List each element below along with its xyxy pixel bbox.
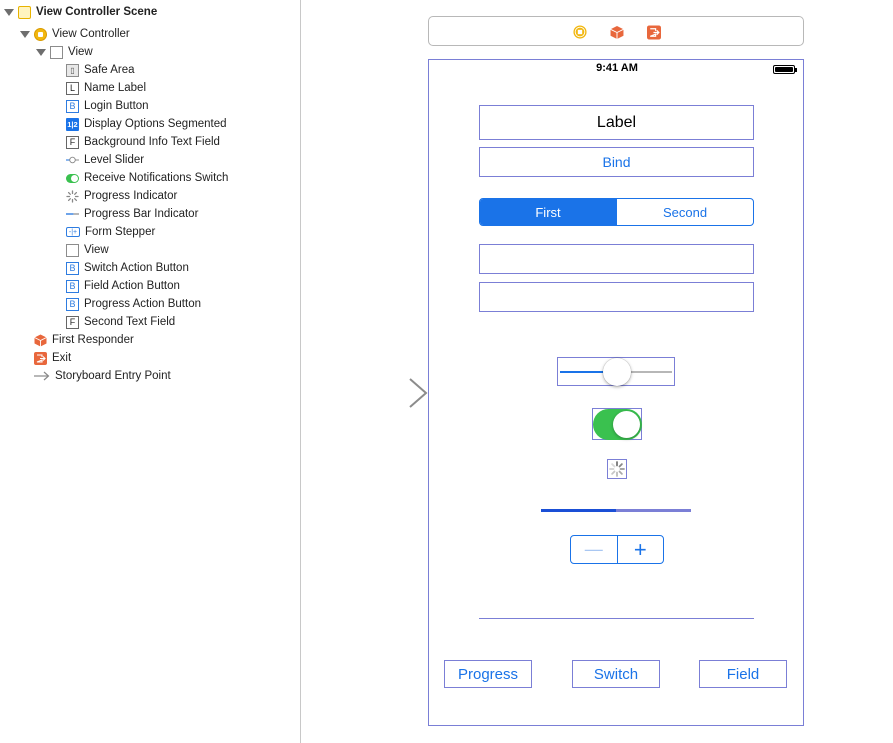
inner-view <box>479 618 754 619</box>
outline-item-exit[interactable]: Exit <box>34 349 71 367</box>
outline-item-view[interactable]: View <box>36 43 93 61</box>
background-info-text-field[interactable] <box>479 244 754 274</box>
button-icon: B <box>66 279 79 293</box>
outline-item-login-button[interactable]: B Login Button <box>66 97 149 115</box>
progress-fill <box>541 509 616 512</box>
switch-action-button[interactable]: Switch <box>572 660 660 688</box>
outline-item-view-2[interactable]: View <box>66 241 109 259</box>
outline-item-label: Second Text Field <box>84 316 176 328</box>
progress-bar-indicator <box>541 509 691 512</box>
button-icon: B <box>66 297 79 311</box>
text-field-icon: F <box>66 315 79 329</box>
stepper-icon: -|+ <box>66 227 80 237</box>
disclosure-triangle-icon[interactable] <box>4 7 14 17</box>
exit-icon <box>34 351 47 365</box>
outline-item-label: Safe Area <box>84 64 135 76</box>
label-icon: L <box>66 81 79 95</box>
display-options-segmented[interactable]: First Second <box>479 198 754 226</box>
second-text-field[interactable] <box>479 282 754 312</box>
view-controller-icon <box>34 27 47 41</box>
progress-indicator <box>607 459 627 479</box>
first-responder-icon[interactable] <box>610 25 624 39</box>
slider-icon <box>66 154 79 167</box>
view-icon <box>50 45 63 59</box>
outline-item-progress-bar-indicator[interactable]: Progress Bar Indicator <box>66 205 198 223</box>
segmented-control-icon: 1|2 <box>66 117 79 131</box>
form-stepper[interactable]: — + <box>570 535 664 564</box>
outline-item-level-slider[interactable]: Level Slider <box>66 151 144 169</box>
outline-item-label: Name Label <box>84 82 147 94</box>
scene-dock <box>428 16 804 46</box>
outline-item-first-responder[interactable]: First Responder <box>34 331 134 349</box>
outline-item-label: Progress Action Button <box>84 298 201 310</box>
entry-point-arrow-icon <box>34 370 50 383</box>
outline-item-label: Form Stepper <box>85 226 156 238</box>
outline-item-view-controller-scene[interactable]: View Controller Scene <box>4 3 157 21</box>
safe-area-icon: ▯ <box>66 63 79 77</box>
segment-first[interactable]: First <box>480 199 616 225</box>
outline-item-storyboard-entry-point[interactable]: Storyboard Entry Point <box>34 367 171 385</box>
outline-item-display-options-segmented[interactable]: 1|2 Display Options Segmented <box>66 115 227 133</box>
outline-item-label: Display Options Segmented <box>84 118 227 130</box>
button-icon: B <box>66 261 79 275</box>
battery-icon <box>773 65 797 74</box>
device-canvas[interactable]: 9:41 AM Label Bind First Second — + Prog… <box>428 59 804 726</box>
outline-item-background-info-text-field[interactable]: F Background Info Text Field <box>66 133 220 151</box>
name-label[interactable]: Label <box>479 105 754 140</box>
outline-item-label: View <box>68 46 93 58</box>
outline-item-label: Storyboard Entry Point <box>55 370 171 382</box>
switch-icon <box>66 172 79 185</box>
outline-item-label: First Responder <box>52 334 134 346</box>
outline-item-second-text-field[interactable]: F Second Text Field <box>66 313 175 331</box>
slider-thumb[interactable] <box>603 358 631 386</box>
segment-second[interactable]: Second <box>616 199 753 225</box>
outline-item-label: Login Button <box>84 100 149 112</box>
button-icon: B <box>66 99 79 113</box>
scene-icon <box>18 5 31 19</box>
first-responder-icon <box>34 334 47 347</box>
outline-item-label: Background Info Text Field <box>84 136 220 148</box>
outline-item-field-action-button[interactable]: B Field Action Button <box>66 277 180 295</box>
outline-item-label: Progress Indicator <box>84 190 178 202</box>
outline-item-progress-action-button[interactable]: B Progress Action Button <box>66 295 201 313</box>
activity-indicator-icon <box>609 461 625 477</box>
activity-indicator-icon <box>66 189 79 203</box>
storyboard-entry-arrow-icon[interactable] <box>328 378 428 408</box>
field-action-button[interactable]: Field <box>699 660 787 688</box>
disclosure-triangle-icon[interactable] <box>20 29 30 39</box>
status-bar-time: 9:41 AM <box>596 62 638 74</box>
outline-item-form-stepper[interactable]: -|+ Form Stepper <box>66 223 155 241</box>
outline-item-view-controller[interactable]: View Controller <box>20 25 130 43</box>
outline-item-label: Field Action Button <box>84 280 180 292</box>
outline-item-label: Receive Notifications Switch <box>84 172 229 184</box>
outline-item-label: Switch Action Button <box>84 262 189 274</box>
progress-action-button[interactable]: Progress <box>444 660 532 688</box>
outline-item-label: View Controller Scene <box>36 6 158 18</box>
document-outline: View Controller Scene View Controller Vi… <box>0 0 301 743</box>
outline-item-label: Exit <box>52 352 72 364</box>
switch-knob <box>613 411 640 438</box>
outline-item-label: Progress Bar Indicator <box>84 208 199 220</box>
outline-item-safe-area[interactable]: ▯ Safe Area <box>66 61 135 79</box>
outline-item-switch-action-button[interactable]: B Switch Action Button <box>66 259 189 277</box>
outline-item-label: Level Slider <box>84 154 145 166</box>
disclosure-triangle-icon[interactable] <box>36 47 46 57</box>
outline-item-name-label[interactable]: L Name Label <box>66 79 146 97</box>
receive-notifications-switch[interactable] <box>592 408 642 440</box>
outline-item-label: View Controller <box>52 28 130 40</box>
view-icon <box>66 243 79 257</box>
outline-item-label: View <box>84 244 109 256</box>
progress-bar-icon <box>66 208 79 221</box>
login-button[interactable]: Bind <box>479 147 754 177</box>
stepper-increment-button[interactable]: + <box>616 536 664 563</box>
text-field-icon: F <box>66 135 79 149</box>
view-controller-icon[interactable] <box>573 25 587 39</box>
level-slider[interactable] <box>557 357 675 386</box>
outline-item-progress-indicator[interactable]: Progress Indicator <box>66 187 177 205</box>
exit-icon[interactable] <box>647 25 661 39</box>
outline-item-receive-notifications-switch[interactable]: Receive Notifications Switch <box>66 169 228 187</box>
stepper-decrement-button[interactable]: — <box>571 536 617 563</box>
